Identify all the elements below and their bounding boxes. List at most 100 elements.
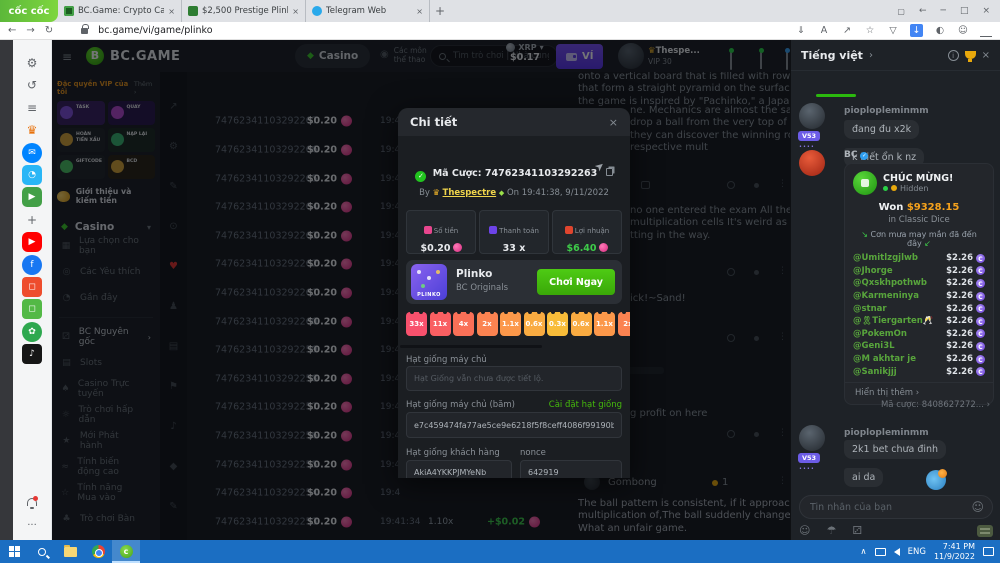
rail-icon[interactable]: f (22, 255, 42, 275)
winner-username[interactable]: @Qxskhpothwb (853, 278, 927, 288)
winner-username[interactable]: @PokemOn (853, 329, 907, 339)
browser-tab[interactable]: BC.Game: Crypto Casino Ga × (58, 0, 182, 22)
file-explorer-icon[interactable] (56, 540, 84, 563)
info-icon[interactable]: i (948, 50, 959, 61)
chat-username[interactable]: pioplopleminmm (844, 106, 929, 116)
toolbar-icon[interactable]: ↓ (980, 25, 992, 37)
rail-icon[interactable]: ▶ (22, 187, 42, 207)
volume-icon[interactable] (894, 548, 900, 556)
winner-username[interactable]: @Sanikjjj (853, 367, 897, 377)
won-amount-row: Won $9328.15 (853, 202, 985, 213)
toolbar-icon[interactable]: ↓ (910, 24, 923, 37)
trophy-icon[interactable] (965, 51, 976, 59)
play-now-button[interactable]: Chơi Ngay (537, 269, 615, 295)
client-seed-input[interactable] (406, 460, 512, 478)
bc-bot-avatar[interactable] (799, 150, 825, 176)
toolbar-icon[interactable]: ⇓ (795, 25, 807, 36)
reopen-tab-icon[interactable]: ← (919, 6, 927, 16)
rail-icon[interactable]: ≡ (22, 98, 42, 118)
chat-language[interactable]: Tiếng việt (801, 49, 863, 62)
server-seed-hash-input[interactable] (406, 412, 622, 438)
rail-icon[interactable]: ✉ (22, 143, 42, 163)
rail-icon[interactable]: ▶ (22, 232, 42, 252)
winner-username[interactable]: @Umitlzgjlwb (853, 253, 918, 263)
coccoc-taskbar-icon[interactable]: c (112, 540, 140, 563)
emote-icon[interactable]: ☺ (799, 524, 810, 537)
tray-chevron-icon[interactable]: ∧ (860, 547, 866, 557)
rail-icon[interactable]: ⚙ (22, 53, 42, 73)
copy-icon[interactable] (606, 168, 613, 176)
tab-close-icon[interactable]: × (292, 7, 299, 16)
close-icon[interactable]: × (609, 116, 618, 129)
bet-code-link[interactable]: Mã cược: 8408627272... › (881, 400, 990, 410)
winner-username[interactable]: @Jhorge (853, 266, 893, 276)
chat-username[interactable]: BC✓ (844, 150, 868, 160)
user-avatar[interactable] (799, 103, 825, 129)
winner-username[interactable]: @Geni3L (853, 341, 895, 351)
forward-icon[interactable]: → (26, 25, 34, 36)
rail-icon[interactable]: ↺ (22, 75, 42, 95)
chat-input-box[interactable]: ☺ (799, 495, 993, 519)
close-button[interactable]: × (982, 6, 990, 16)
player-link[interactable]: Thespectre (443, 188, 497, 198)
reload-icon[interactable]: ↻ (45, 25, 53, 36)
maximize-button[interactable]: □ (960, 6, 969, 16)
winner-username[interactable]: @Karmeninya (853, 291, 919, 301)
rail-icon[interactable]: ♪ (22, 344, 42, 364)
taskbar-clock[interactable]: 7:41 PM 11/9/2022 (934, 542, 975, 561)
toolbar-icon[interactable]: ◐ (934, 25, 946, 36)
chat-username[interactable]: pioplopleminmm (844, 428, 929, 438)
minimize-button[interactable]: ─ (941, 6, 946, 16)
notifications-bell-icon[interactable] (22, 492, 42, 512)
toolbar-icon[interactable]: ☺ (957, 25, 969, 36)
seed-settings-link[interactable]: Cài đặt hạt giống (549, 400, 622, 410)
winner-username[interactable]: @stnar (853, 304, 887, 314)
server-seed-input[interactable] (406, 366, 622, 391)
multiplier-strip[interactable]: 33x 11x 4x 2x 1.1x 0.6x 0.3x 0.6x 1.1x (406, 312, 630, 336)
coccoc-logo[interactable]: cốc cốc (0, 0, 58, 22)
start-button[interactable] (0, 540, 28, 563)
back-icon[interactable]: ← (8, 25, 16, 36)
toolbar-icon[interactable]: ▽ (887, 25, 899, 36)
toolbar-icon[interactable]: ↗ (841, 25, 853, 36)
tab-close-icon[interactable]: × (168, 7, 175, 16)
toolbar-icon[interactable]: A (818, 25, 830, 36)
winner-username[interactable]: @M akhtar je (853, 354, 916, 364)
game-card[interactable]: PLINKO Plinko BC Originals Chơi Ngay (406, 260, 622, 304)
multiplier-chip: 1.1x (500, 312, 521, 336)
bcd-coin-icon (976, 279, 985, 288)
keyboard-icon[interactable] (977, 525, 993, 537)
more-menu-icon[interactable]: ··· (22, 515, 42, 535)
emoji-picker-icon[interactable]: ☺ (971, 500, 984, 514)
scrollbar[interactable] (400, 345, 542, 348)
nonce-input[interactable] (520, 460, 622, 478)
language-indicator[interactable]: ENG (908, 547, 926, 557)
user-avatar[interactable] (799, 425, 825, 451)
dice-icon[interactable]: ⚂ (852, 524, 862, 537)
rail-icon[interactable]: + (22, 210, 42, 230)
rain-winner-row: @Umitlzgjlwb $2.26 (853, 252, 985, 265)
action-center-icon[interactable] (983, 547, 994, 556)
taskbar-search-icon[interactable] (28, 540, 56, 563)
chrome-icon[interactable] (84, 540, 112, 563)
rail-icon[interactable]: ✿ (22, 322, 42, 342)
tab-close-icon[interactable]: × (416, 7, 423, 16)
new-tab-button[interactable]: + (430, 0, 450, 22)
lock-icon[interactable] (81, 28, 88, 34)
chat-close-icon[interactable]: × (982, 50, 990, 61)
winner-amount: $2.26 (946, 304, 973, 314)
chat-input[interactable] (808, 501, 971, 514)
rail-icon[interactable]: ♛ (22, 120, 42, 140)
rain-feature-icon[interactable]: ☂ (826, 524, 836, 537)
screen-capture-icon[interactable]: ▢ (897, 7, 905, 16)
rail-icon[interactable]: ◻ (22, 277, 42, 297)
browser-tab[interactable]: Telegram Web × (306, 0, 430, 22)
url-text[interactable]: bc.game/vi/game/plinko (98, 25, 212, 36)
network-icon[interactable] (875, 548, 886, 556)
toolbar-icon[interactable]: ☆ (864, 25, 876, 36)
rail-icon[interactable]: ◻ (22, 299, 42, 319)
winner-username[interactable]: @🎗Tiergarten🥂 (853, 316, 933, 326)
rail-icon[interactable]: ◔ (22, 165, 42, 185)
rain-winner-row: @PokemOn $2.26 (853, 328, 985, 341)
browser-tab[interactable]: $2,500 Prestige Plinko Chall × (182, 0, 306, 22)
